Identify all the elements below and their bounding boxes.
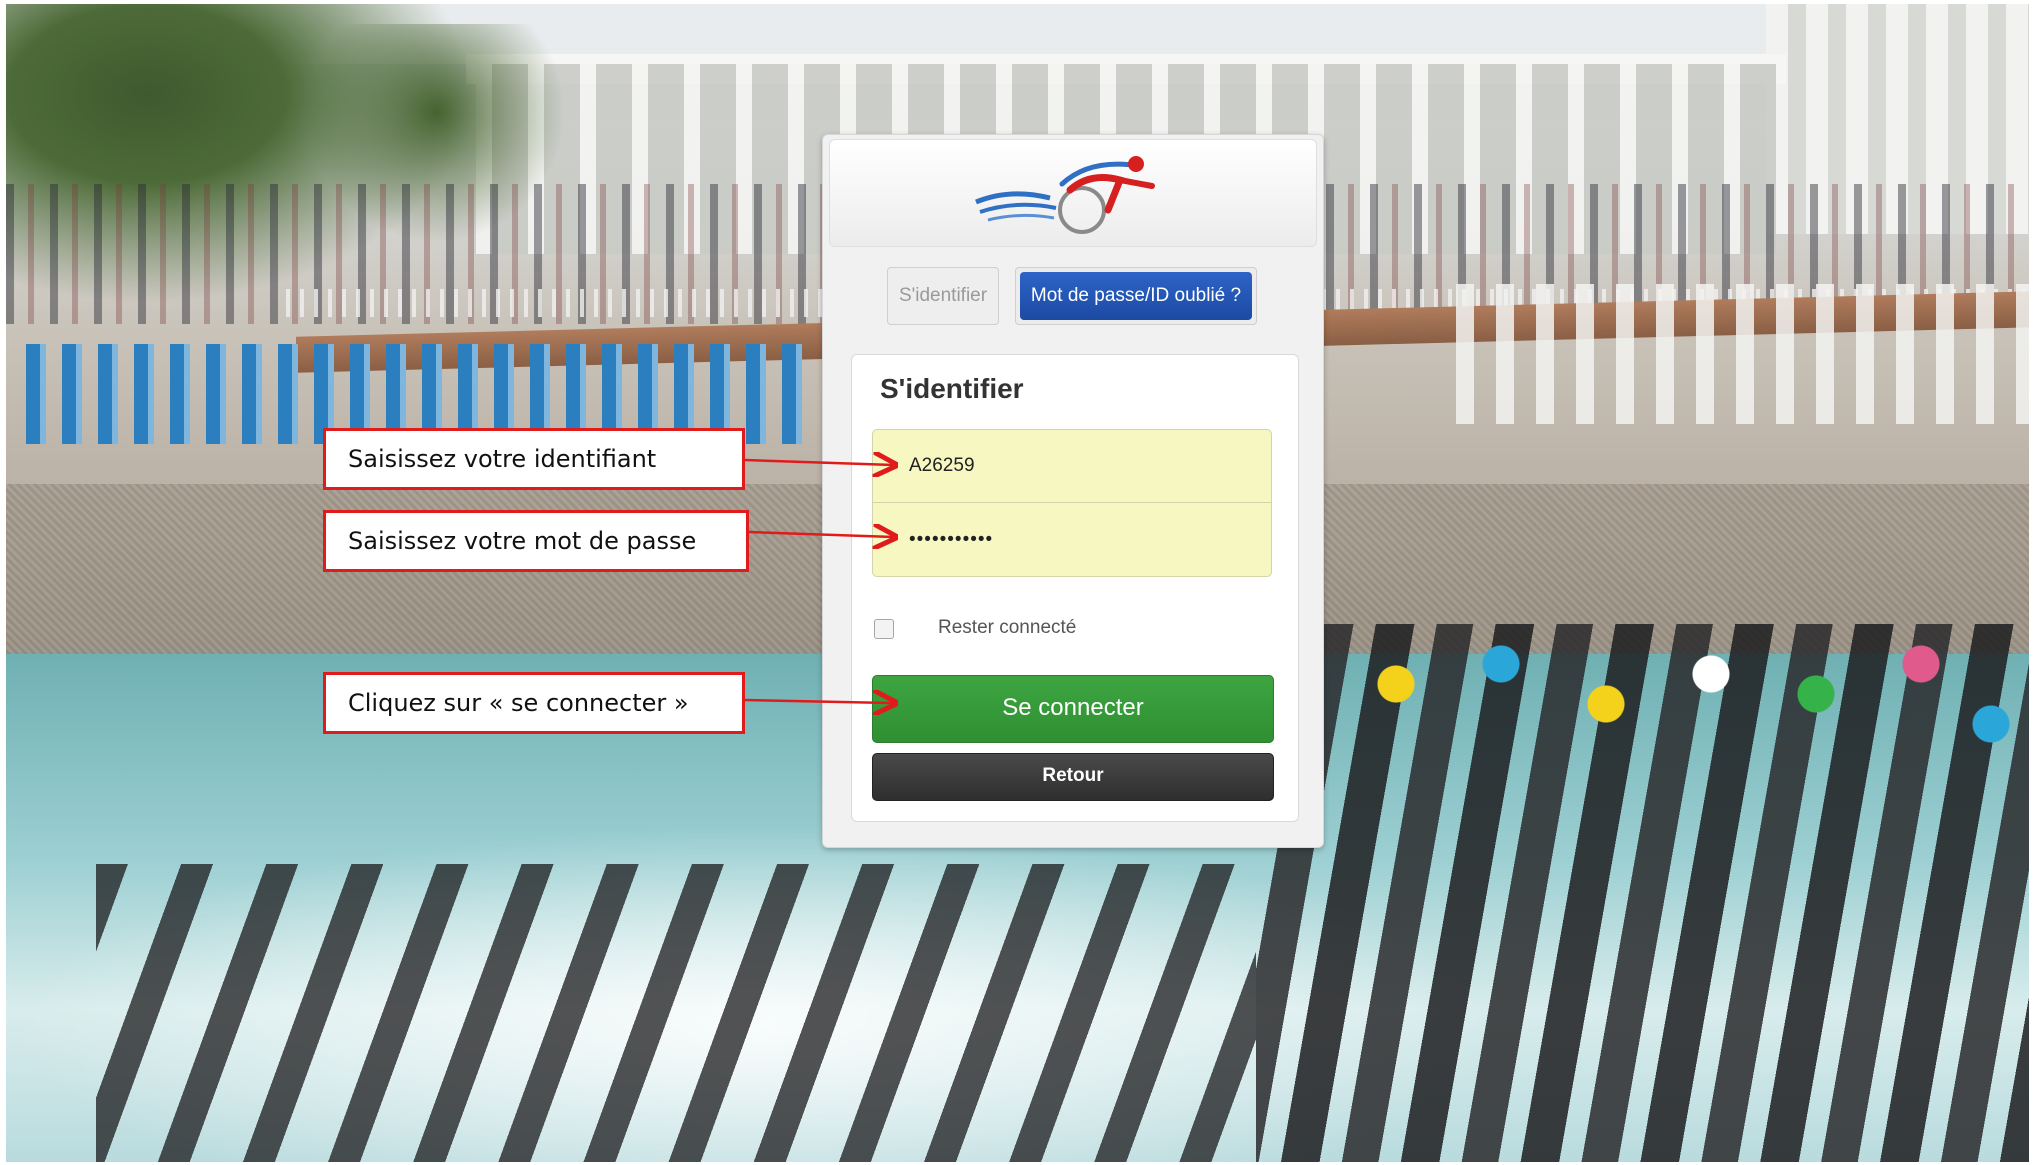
callout-arrows (744, 0, 2033, 1165)
arrow-to-identifier (744, 460, 893, 465)
arrow-to-password (748, 532, 893, 537)
arrow-to-connect (744, 700, 893, 703)
